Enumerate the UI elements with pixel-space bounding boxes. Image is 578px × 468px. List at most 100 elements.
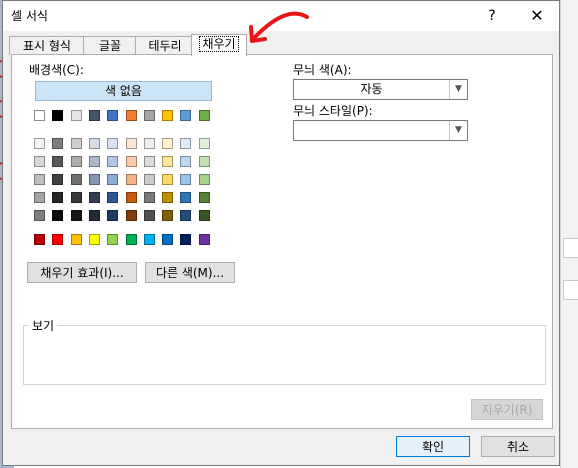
color-swatch-theme[interactable] <box>89 110 100 121</box>
close-button[interactable]: ✕ <box>523 3 551 29</box>
color-swatch-tint[interactable] <box>126 138 137 149</box>
pattern-color-select[interactable]: 자동 ▼ <box>293 79 468 100</box>
color-swatch-tint[interactable] <box>71 192 82 203</box>
color-swatch-tint[interactable] <box>144 156 155 167</box>
color-swatch-tint[interactable] <box>34 156 45 167</box>
color-swatch-tint[interactable] <box>126 192 137 203</box>
color-swatch-tint[interactable] <box>162 192 173 203</box>
color-swatch-tint[interactable] <box>89 174 100 185</box>
background-spreadsheet-right <box>560 0 578 468</box>
color-swatch-tint[interactable] <box>71 210 82 221</box>
color-swatch-tint[interactable] <box>107 192 118 203</box>
color-swatch-tint[interactable] <box>107 138 118 149</box>
color-swatch-standard[interactable] <box>107 234 118 245</box>
color-swatch-tint[interactable] <box>144 138 155 149</box>
color-swatch-tint[interactable] <box>162 138 173 149</box>
preview-label: 보기 <box>29 317 58 334</box>
color-swatch-tint[interactable] <box>34 138 45 149</box>
pattern-color-label: 무늬 색(A): <box>293 63 352 77</box>
color-swatch-standard[interactable] <box>34 234 45 245</box>
color-swatch-standard[interactable] <box>180 234 191 245</box>
fill-effects-button[interactable]: 채우기 효과(I)... <box>27 262 137 283</box>
color-swatch-standard[interactable] <box>71 234 82 245</box>
color-swatch-tint[interactable] <box>52 192 63 203</box>
color-swatch-tint[interactable] <box>34 210 45 221</box>
tab-border[interactable]: 테두리 <box>135 36 195 55</box>
background-cell <box>563 280 578 300</box>
color-swatch-tint[interactable] <box>180 156 191 167</box>
color-swatch-tint[interactable] <box>199 156 210 167</box>
color-swatch-tint[interactable] <box>199 192 210 203</box>
no-color-button[interactable]: 색 없음 <box>35 81 212 101</box>
tab-font[interactable]: 글꼴 <box>83 36 137 55</box>
background-cell <box>563 238 578 258</box>
tab-label: 채우기 <box>199 36 239 52</box>
color-swatch-tint[interactable] <box>144 192 155 203</box>
color-swatch-standard[interactable] <box>52 234 63 245</box>
color-swatch-standard[interactable] <box>199 234 210 245</box>
color-swatch-tint[interactable] <box>162 174 173 185</box>
color-swatch-theme[interactable] <box>199 110 210 121</box>
color-swatch-tint[interactable] <box>52 174 63 185</box>
background-color-label: 배경색(C): <box>29 63 84 77</box>
color-swatch-theme[interactable] <box>180 110 191 121</box>
color-swatch-tint[interactable] <box>89 138 100 149</box>
color-swatch-tint[interactable] <box>126 174 137 185</box>
color-swatch-tint[interactable] <box>180 210 191 221</box>
color-swatch-tint[interactable] <box>52 156 63 167</box>
color-swatch-tint[interactable] <box>71 156 82 167</box>
format-cells-dialog: 셀 서식 ? ✕ 표시 형식 글꼴 테두리 채우기 배경색(C): 색 없음 채… <box>2 0 560 466</box>
tab-fill[interactable]: 채우기 <box>191 34 247 56</box>
color-swatch-tint[interactable] <box>107 174 118 185</box>
color-swatch-tint[interactable] <box>71 138 82 149</box>
color-swatch-tint[interactable] <box>107 210 118 221</box>
clear-button[interactable]: 지우기(R) <box>471 399 543 420</box>
help-button[interactable]: ? <box>481 5 503 27</box>
cancel-button[interactable]: 취소 <box>481 436 555 457</box>
color-swatch-tint[interactable] <box>162 210 173 221</box>
pattern-style-select[interactable]: ▼ <box>293 120 468 141</box>
color-swatch-theme[interactable] <box>71 110 82 121</box>
more-colors-button[interactable]: 다른 색(M)... <box>145 262 235 283</box>
chevron-down-icon[interactable]: ▼ <box>449 121 467 140</box>
tab-number[interactable]: 표시 형식 <box>9 36 85 55</box>
color-swatch-tint[interactable] <box>199 138 210 149</box>
color-swatch-tint[interactable] <box>126 210 137 221</box>
chevron-down-icon[interactable]: ▼ <box>449 80 467 99</box>
color-swatch-tint[interactable] <box>180 138 191 149</box>
color-swatch-theme[interactable] <box>107 110 118 121</box>
ok-button[interactable]: 확인 <box>396 436 470 457</box>
color-swatch-tint[interactable] <box>180 192 191 203</box>
color-swatch-tint[interactable] <box>89 192 100 203</box>
color-swatch-standard[interactable] <box>162 234 173 245</box>
preview-box <box>23 325 546 385</box>
color-swatch-theme[interactable] <box>34 110 45 121</box>
color-swatch-tint[interactable] <box>144 210 155 221</box>
pattern-style-value <box>294 121 449 140</box>
color-swatch-tint[interactable] <box>162 156 173 167</box>
color-swatch-tint[interactable] <box>89 210 100 221</box>
color-swatch-tint[interactable] <box>126 156 137 167</box>
color-swatch-tint[interactable] <box>144 174 155 185</box>
color-swatch-standard[interactable] <box>144 234 155 245</box>
color-swatch-theme[interactable] <box>52 110 63 121</box>
color-swatch-tint[interactable] <box>107 156 118 167</box>
color-swatch-tint[interactable] <box>199 174 210 185</box>
color-swatch-standard[interactable] <box>89 234 100 245</box>
color-swatch-tint[interactable] <box>52 210 63 221</box>
color-swatch-standard[interactable] <box>126 234 137 245</box>
color-swatch-theme[interactable] <box>126 110 137 121</box>
annotation-arrow-icon <box>249 11 309 43</box>
color-swatch-tint[interactable] <box>199 210 210 221</box>
pattern-style-label: 무늬 스타일(P): <box>293 104 373 118</box>
color-swatch-tint[interactable] <box>52 138 63 149</box>
color-swatch-theme[interactable] <box>162 110 173 121</box>
color-swatch-theme[interactable] <box>144 110 155 121</box>
color-swatch-tint[interactable] <box>89 156 100 167</box>
tab-label: 테두리 <box>148 39 182 53</box>
color-swatch-tint[interactable] <box>34 192 45 203</box>
color-swatch-tint[interactable] <box>34 174 45 185</box>
color-swatch-tint[interactable] <box>71 174 82 185</box>
color-swatch-tint[interactable] <box>180 174 191 185</box>
dialog-title: 셀 서식 <box>11 9 48 23</box>
